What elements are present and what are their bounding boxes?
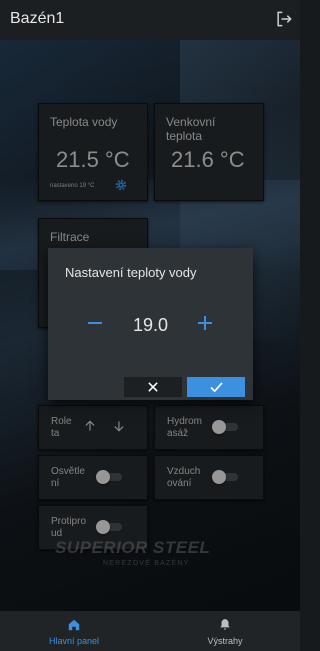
temp-setpoint-value: 19.0 bbox=[132, 315, 169, 335]
logout-icon[interactable] bbox=[274, 9, 294, 29]
bottom-navigation: Hlavní panel Výstrahy bbox=[0, 611, 300, 651]
top-app-bar: Bazén1 bbox=[0, 0, 300, 40]
nav-home[interactable]: Hlavní panel bbox=[24, 611, 124, 651]
nav-alerts-label: Výstrahy bbox=[207, 636, 243, 646]
close-icon bbox=[148, 382, 158, 392]
check-icon bbox=[209, 381, 223, 392]
dialog-title: Nastavení teploty vody bbox=[65, 265, 197, 280]
cancel-button[interactable] bbox=[124, 377, 182, 397]
nav-home-label: Hlavní panel bbox=[48, 636, 100, 646]
water-temp-dialog: Nastavení teploty vody 19.0 bbox=[48, 248, 253, 400]
bell-icon bbox=[220, 619, 230, 630]
app-title: Bazén1 bbox=[10, 10, 65, 27]
nav-alerts[interactable]: Výstrahy bbox=[175, 611, 275, 651]
confirm-button[interactable] bbox=[187, 377, 245, 397]
plus-icon[interactable] bbox=[196, 314, 214, 332]
home-icon bbox=[68, 619, 80, 631]
